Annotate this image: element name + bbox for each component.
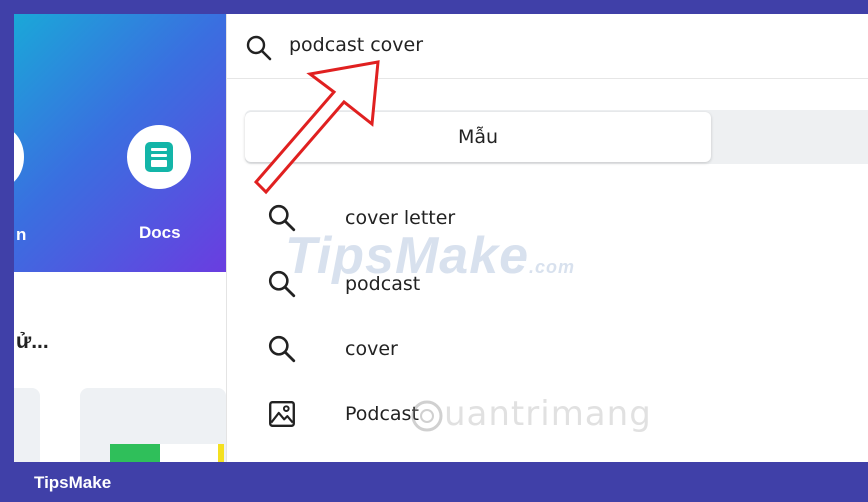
docs-label: Docs	[139, 223, 181, 242]
design-type-banner: n Docs	[14, 14, 226, 272]
search-icon	[268, 335, 296, 363]
docs-icon	[145, 142, 173, 172]
template-thumbnail	[110, 444, 224, 462]
search-input[interactable]	[289, 30, 789, 60]
tipsmake-watermark: TipsMake.com	[285, 227, 576, 285]
search-bar	[227, 14, 868, 79]
design-type-circle-partial[interactable]	[14, 126, 24, 188]
footer-bar: TipsMake	[0, 462, 868, 502]
suggestion-text: cover	[345, 338, 398, 360]
image-icon	[269, 401, 295, 427]
app-left-panel: n Docs ử...	[14, 14, 226, 462]
search-icon	[246, 35, 272, 61]
section-heading: ử...	[16, 330, 49, 353]
template-card[interactable]	[80, 388, 226, 462]
design-type-label-partial: n	[16, 225, 27, 244]
docs-button[interactable]	[127, 125, 191, 189]
template-card[interactable]	[14, 388, 40, 462]
suggestion-text: Podcast	[345, 403, 419, 425]
quantrimang-logo-icon	[411, 400, 443, 431]
quantrimang-watermark: uantrimang	[410, 394, 652, 434]
footer-brand-label: TipsMake	[34, 473, 112, 492]
suggestion-item[interactable]: cover	[267, 329, 827, 369]
tab-templates[interactable]: Mẫu	[245, 112, 711, 162]
